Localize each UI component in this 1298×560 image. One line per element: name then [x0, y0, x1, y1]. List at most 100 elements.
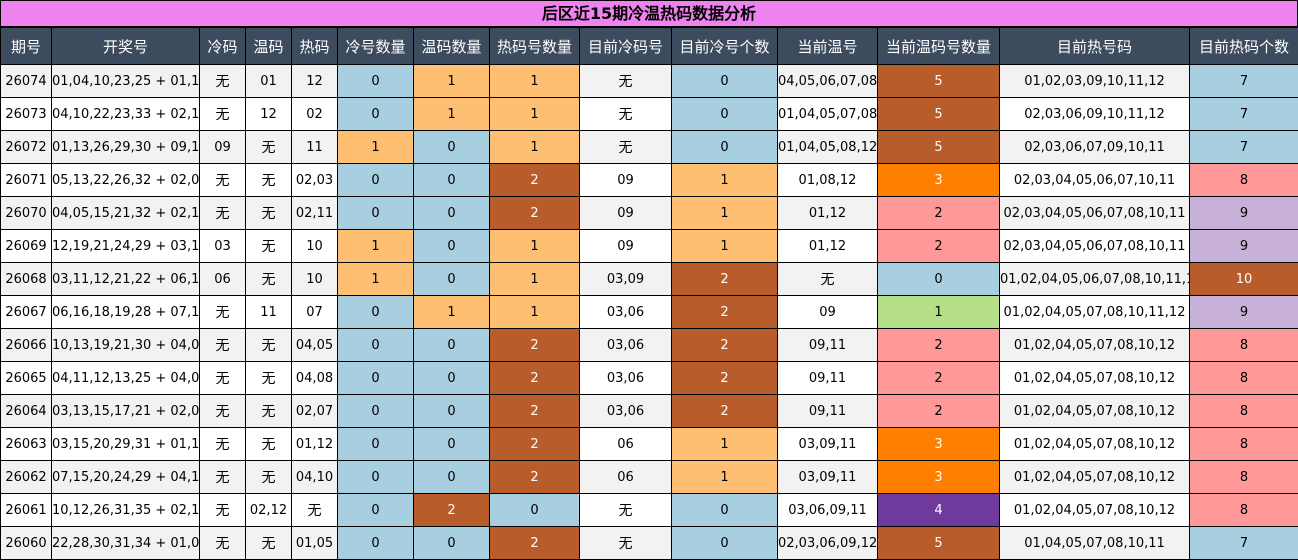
- cell-issue: 26069: [1, 230, 52, 263]
- cell-hot-count: 1: [490, 98, 580, 131]
- cell-warm-count: 0: [414, 461, 490, 494]
- cell-cold: 无: [200, 65, 246, 98]
- table-body: 2607401,04,10,23,25 + 01,12无0112011无004,…: [1, 65, 1298, 560]
- cell-issue: 26062: [1, 461, 52, 494]
- cell-cold: 无: [200, 329, 246, 362]
- cell-current-cold: 无: [580, 527, 672, 560]
- col-header-draw-numbers: 开奖号: [52, 28, 200, 65]
- cell-current-cold-count: 0: [672, 527, 778, 560]
- cell-current-cold: 03,06: [580, 329, 672, 362]
- cell-current-hot-count: 8: [1190, 395, 1298, 428]
- cell-draw-numbers: 04,10,22,23,33 + 02,12: [52, 98, 200, 131]
- cell-current-hot: 01,02,04,05,07,08,10,11,12: [1000, 296, 1190, 329]
- cell-cold-count: 0: [338, 197, 414, 230]
- cell-current-hot: 01,02,04,05,07,08,10,12: [1000, 329, 1190, 362]
- cell-current-cold-count: 1: [672, 461, 778, 494]
- cell-current-hot: 01,02,04,05,07,08,10,12: [1000, 494, 1190, 527]
- cell-warm: 11: [246, 296, 292, 329]
- cell-issue: 26061: [1, 494, 52, 527]
- cell-current-cold-count: 2: [672, 329, 778, 362]
- cell-hot: 02,11: [292, 197, 338, 230]
- table-row: 2607401,04,10,23,25 + 01,12无0112011无004,…: [1, 65, 1298, 98]
- cell-current-cold: 03,06: [580, 395, 672, 428]
- cell-hot-count: 2: [490, 197, 580, 230]
- cell-current-warm: 03,06,09,11: [778, 494, 878, 527]
- cell-current-warm-count: 2: [878, 197, 1000, 230]
- cell-current-warm: 09,11: [778, 329, 878, 362]
- cell-draw-numbers: 03,13,15,17,21 + 02,07: [52, 395, 200, 428]
- cell-warm-count: 0: [414, 395, 490, 428]
- table-row: 2607105,13,22,26,32 + 02,03无无02,03002091…: [1, 164, 1298, 197]
- cell-current-warm: 01,12: [778, 230, 878, 263]
- cell-hot: 02: [292, 98, 338, 131]
- cell-issue: 26060: [1, 527, 52, 560]
- cell-draw-numbers: 10,12,26,31,35 + 02,12: [52, 494, 200, 527]
- cell-current-hot-count: 9: [1190, 296, 1298, 329]
- cell-current-hot-count: 7: [1190, 98, 1298, 131]
- cell-cold-count: 0: [338, 65, 414, 98]
- col-header-current-cold: 目前冷码号: [580, 28, 672, 65]
- cell-current-hot: 01,02,04,05,07,08,10,12: [1000, 362, 1190, 395]
- cell-issue: 26074: [1, 65, 52, 98]
- cell-current-cold: 无: [580, 65, 672, 98]
- cell-cold-count: 1: [338, 263, 414, 296]
- cell-hot: 07: [292, 296, 338, 329]
- cell-current-warm-count: 3: [878, 428, 1000, 461]
- cell-hot-count: 2: [490, 164, 580, 197]
- cell-warm: 无: [246, 197, 292, 230]
- cell-warm: 无: [246, 131, 292, 164]
- cell-current-hot-count: 8: [1190, 428, 1298, 461]
- cell-current-cold-count: 2: [672, 395, 778, 428]
- cell-draw-numbers: 01,04,10,23,25 + 01,12: [52, 65, 200, 98]
- cell-current-warm-count: 5: [878, 98, 1000, 131]
- cell-issue: 26065: [1, 362, 52, 395]
- cell-issue: 26070: [1, 197, 52, 230]
- cell-draw-numbers: 03,15,20,29,31 + 01,12: [52, 428, 200, 461]
- cell-current-cold-count: 2: [672, 263, 778, 296]
- col-header-cold-count: 冷号数量: [338, 28, 414, 65]
- cell-current-hot-count: 7: [1190, 131, 1298, 164]
- cell-current-hot: 01,02,04,05,07,08,10,12: [1000, 395, 1190, 428]
- cell-current-cold: 09: [580, 197, 672, 230]
- cell-current-cold-count: 1: [672, 230, 778, 263]
- cell-hot-count: 1: [490, 65, 580, 98]
- cell-current-hot-count: 8: [1190, 461, 1298, 494]
- cell-cold-count: 0: [338, 329, 414, 362]
- cell-current-cold: 03,06: [580, 362, 672, 395]
- cell-current-hot: 02,03,06,07,09,10,11: [1000, 131, 1190, 164]
- cell-hot: 04,05: [292, 329, 338, 362]
- cell-warm: 无: [246, 329, 292, 362]
- cell-current-cold: 无: [580, 494, 672, 527]
- cell-current-cold-count: 2: [672, 362, 778, 395]
- cell-warm-count: 0: [414, 263, 490, 296]
- cell-cold-count: 0: [338, 395, 414, 428]
- cell-issue: 26064: [1, 395, 52, 428]
- cell-hot-count: 2: [490, 362, 580, 395]
- cell-cold: 无: [200, 494, 246, 527]
- cell-current-hot-count: 8: [1190, 164, 1298, 197]
- cell-draw-numbers: 07,15,20,24,29 + 04,10: [52, 461, 200, 494]
- cell-cold: 无: [200, 197, 246, 230]
- cell-hot: 10: [292, 230, 338, 263]
- cell-current-warm-count: 0: [878, 263, 1000, 296]
- cell-cold-count: 0: [338, 461, 414, 494]
- cell-hot-count: 2: [490, 461, 580, 494]
- cell-draw-numbers: 01,13,26,29,30 + 09,11: [52, 131, 200, 164]
- cell-current-cold: 09: [580, 164, 672, 197]
- cell-warm-count: 0: [414, 164, 490, 197]
- cell-hot: 02,07: [292, 395, 338, 428]
- col-header-warm-count: 温码数量: [414, 28, 490, 65]
- cell-draw-numbers: 05,13,22,26,32 + 02,03: [52, 164, 200, 197]
- table-row: 2606803,11,12,21,22 + 06,1006无1010103,09…: [1, 263, 1298, 296]
- cell-current-hot-count: 8: [1190, 362, 1298, 395]
- cell-warm: 无: [246, 362, 292, 395]
- cell-issue: 26067: [1, 296, 52, 329]
- cell-warm-count: 0: [414, 527, 490, 560]
- cell-current-hot: 01,02,04,05,07,08,10,12: [1000, 428, 1190, 461]
- table-row: 2606110,12,26,31,35 + 02,12无02,12无020无00…: [1, 494, 1298, 527]
- cell-current-cold: 03,06: [580, 296, 672, 329]
- cell-warm: 无: [246, 395, 292, 428]
- cell-cold-count: 0: [338, 98, 414, 131]
- table-row: 2607004,05,15,21,32 + 02,11无无02,11002091…: [1, 197, 1298, 230]
- cold-warm-hot-analysis-table: 期号 开奖号 冷码 温码 热码 冷号数量 温码数量 热码号数量 目前冷码号 目前…: [0, 27, 1298, 560]
